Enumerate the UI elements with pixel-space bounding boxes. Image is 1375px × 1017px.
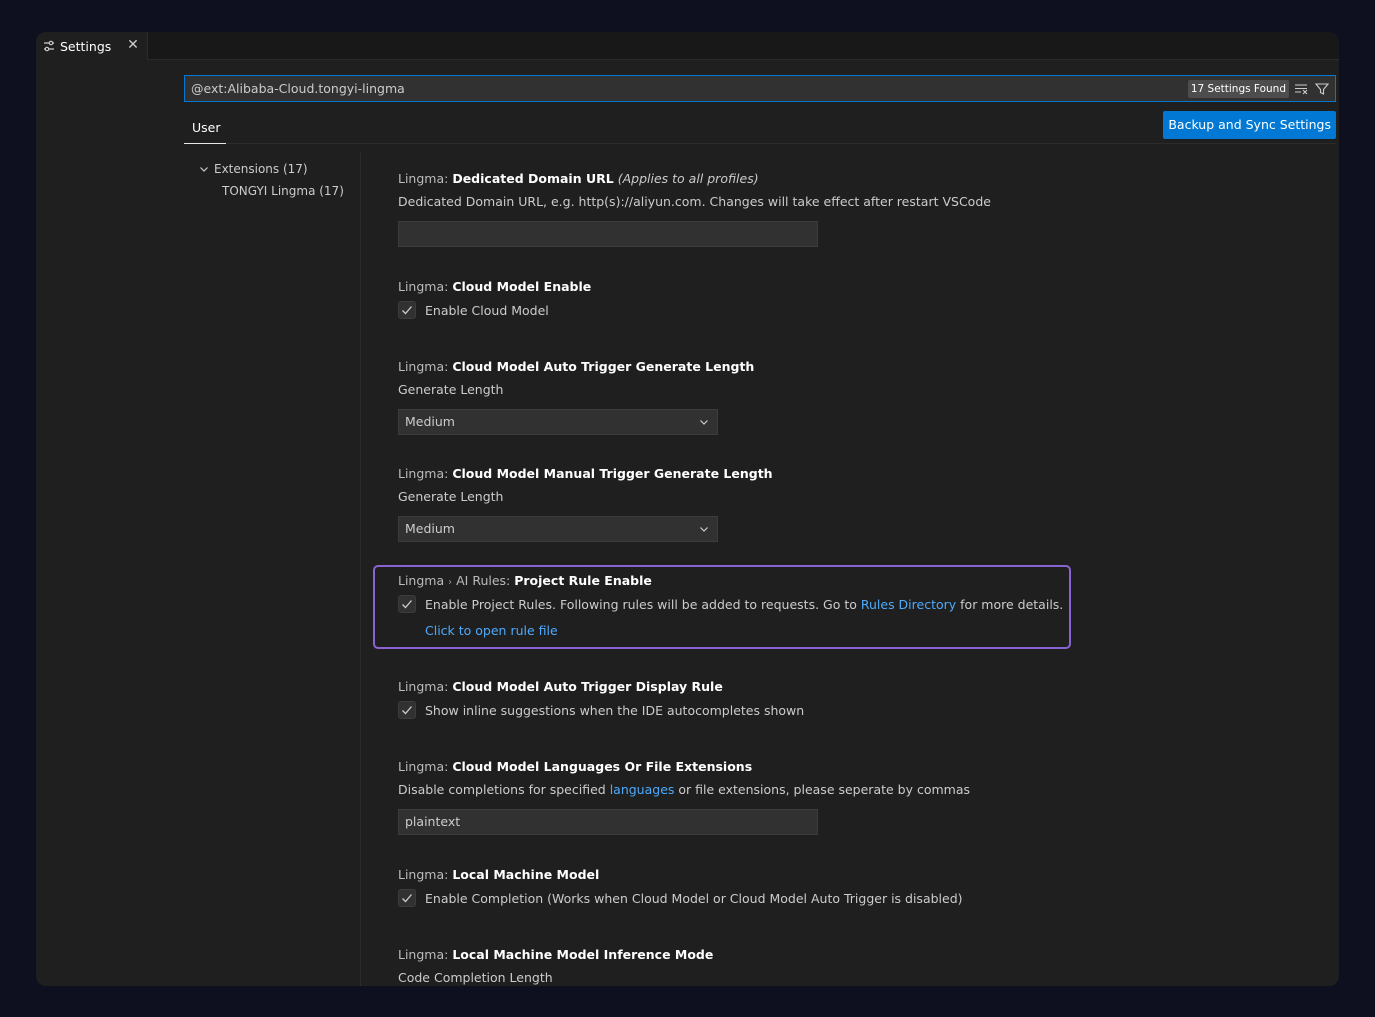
backup-sync-button[interactable]: Backup and Sync Settings — [1163, 111, 1336, 139]
setting-auto-trigger-display-rule: Lingma: Cloud Model Auto Trigger Display… — [398, 678, 1098, 719]
toc-item-label: TONGYI Lingma (17) — [222, 184, 344, 198]
setting-title: Lingma: Cloud Model Auto Trigger Display… — [398, 679, 723, 694]
checkbox-row: Show inline suggestions when the IDE aut… — [398, 701, 1098, 719]
inline-suggestions-checkbox[interactable] — [398, 701, 416, 719]
setting-title: Lingma: Cloud Model Manual Trigger Gener… — [398, 466, 773, 481]
check-icon — [402, 306, 412, 315]
languages-link[interactable]: languages — [610, 782, 675, 797]
tab-settings[interactable]: Settings ✕ — [36, 32, 148, 60]
chevron-down-icon — [200, 167, 208, 172]
checkbox-label: Enable Completion (Works when Cloud Mode… — [425, 890, 963, 906]
tab-bar: Settings ✕ — [36, 32, 1339, 60]
search-input[interactable]: @ext:Alibaba-Cloud.tongyi-lingma 17 Sett… — [184, 75, 1336, 102]
select-value: Medium — [405, 414, 455, 429]
auto-trigger-length-select[interactable]: Medium — [398, 409, 718, 435]
setting-description: Disable completions for specified langua… — [398, 782, 971, 797]
manual-trigger-length-select[interactable]: Medium — [398, 516, 718, 542]
filter-icon[interactable] — [1314, 81, 1330, 97]
setting-languages-or-extensions: Lingma: Cloud Model Languages Or File Ex… — [398, 758, 1098, 835]
close-icon[interactable]: ✕ — [126, 38, 140, 52]
setting-manual-trigger-length: Lingma: Cloud Model Manual Trigger Gener… — [398, 465, 1098, 542]
toc-item-label: Extensions (17) — [214, 162, 308, 176]
enable-cloud-model-checkbox[interactable] — [398, 301, 416, 319]
chevron-down-icon — [700, 527, 708, 532]
setting-description: Generate Length — [398, 489, 504, 504]
search-value: @ext:Alibaba-Cloud.tongyi-lingma — [191, 81, 405, 96]
setting-title: Lingma: Local Machine Model Inference Mo… — [398, 947, 714, 962]
checkbox-label: Enable Cloud Model — [425, 302, 549, 318]
setting-auto-trigger-length: Lingma: Cloud Model Auto Trigger Generat… — [398, 358, 1098, 435]
clear-filter-icon[interactable] — [1293, 81, 1309, 97]
setting-description: Generate Length — [398, 382, 504, 397]
settings-window: Settings ✕ @ext:Alibaba-Cloud.tongyi-lin… — [36, 32, 1339, 986]
toc-item-extensions[interactable]: Extensions (17) — [198, 162, 308, 176]
select-value: Medium — [405, 521, 455, 536]
languages-input[interactable]: plaintext — [398, 809, 818, 835]
tab-label: Settings — [60, 38, 112, 54]
check-icon — [402, 894, 412, 903]
setting-cloud-model-enable: Lingma: Cloud Model Enable Enable Cloud … — [398, 278, 1098, 319]
setting-local-machine-model: Lingma: Local Machine Model Enable Compl… — [398, 866, 1098, 907]
checkbox-label: Show inline suggestions when the IDE aut… — [425, 702, 805, 718]
table-of-contents: Extensions (17) TONGYI Lingma (17) — [184, 152, 361, 986]
setting-title: Lingma: Dedicated Domain URL (Applies to … — [398, 171, 759, 186]
tab-user[interactable]: User — [184, 112, 226, 144]
setting-title: Lingma: Cloud Model Auto Trigger Generat… — [398, 359, 755, 374]
checkbox-row: Enable Completion (Works when Cloud Mode… — [398, 889, 1098, 907]
scope-bar: User Backup and Sync Settings — [184, 111, 1336, 144]
check-icon — [402, 706, 412, 715]
toc-item-tongyi-lingma[interactable]: TONGYI Lingma (17) — [222, 184, 344, 198]
enable-completion-checkbox[interactable] — [398, 889, 416, 907]
setting-dedicated-domain-url: Lingma: Dedicated Domain URL (Applies to … — [398, 170, 1098, 247]
checkbox-row: Enable Cloud Model — [398, 301, 1098, 319]
highlight-box — [373, 565, 1071, 649]
setting-description: Code Completion Length — [398, 970, 553, 985]
settings-icon — [44, 40, 54, 52]
setting-title: Lingma: Cloud Model Languages Or File Ex… — [398, 759, 753, 774]
domain-url-input[interactable] — [398, 221, 818, 247]
setting-description: Dedicated Domain URL, e.g. http(s)://ali… — [398, 194, 991, 209]
setting-title: Lingma: Cloud Model Enable — [398, 279, 592, 294]
settings-found-badge: 17 Settings Found — [1187, 80, 1289, 98]
chevron-down-icon — [700, 420, 708, 425]
setting-title: Lingma: Local Machine Model — [398, 867, 600, 882]
setting-local-inference-mode: Lingma: Local Machine Model Inference Mo… — [398, 946, 1098, 986]
